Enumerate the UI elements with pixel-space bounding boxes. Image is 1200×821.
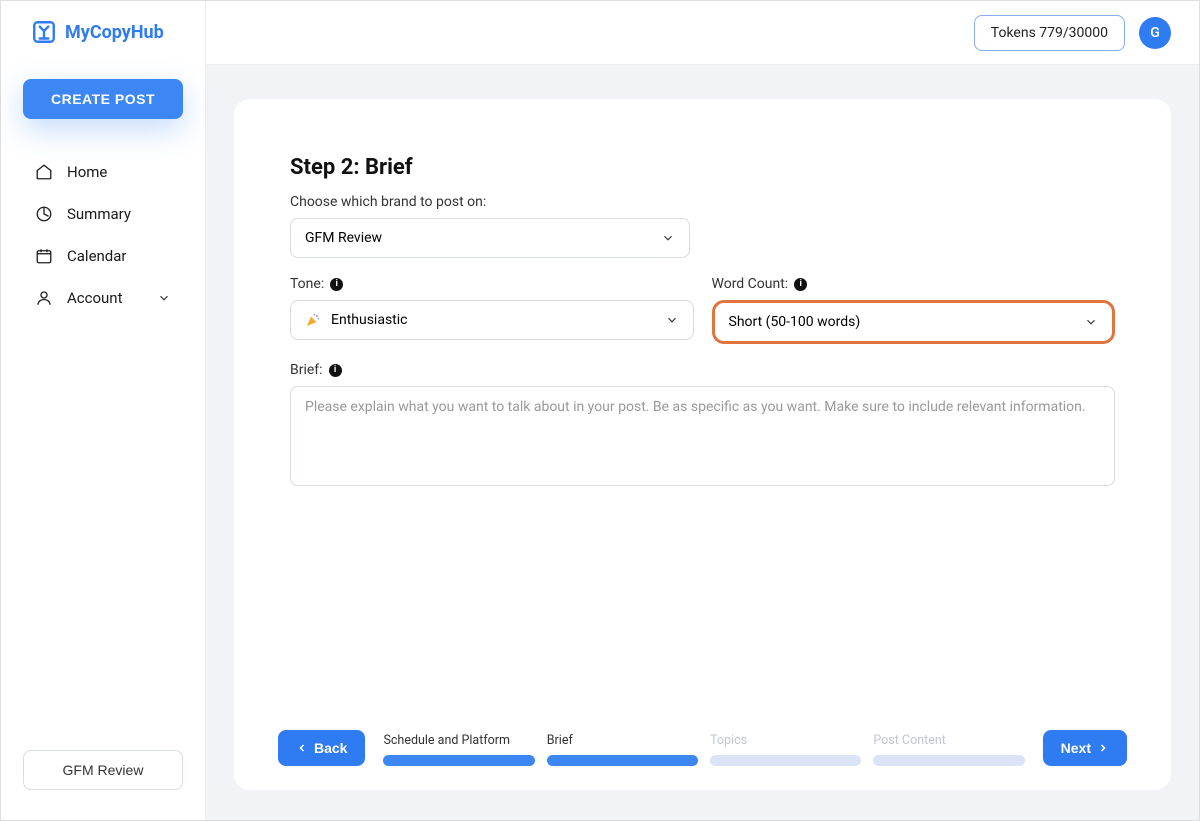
sidebar-brand-selector[interactable]: GFM Review	[23, 750, 183, 790]
brand-select[interactable]: GFM Review	[290, 218, 690, 258]
chevron-down-icon	[661, 231, 675, 245]
logo-text: MyCopyHub	[65, 22, 164, 43]
calendar-icon	[35, 247, 53, 265]
wordcount-label-text: Word Count:	[712, 276, 789, 292]
tone-field-label: Tone: i	[290, 276, 694, 292]
sidebar-nav: Home Summary Calendar Account	[1, 137, 205, 319]
sidebar-footer: GFM Review	[1, 730, 205, 820]
brand-select-value: GFM Review	[305, 230, 382, 246]
tone-select-value: Enthusiastic	[331, 312, 407, 328]
chevron-down-icon	[665, 313, 679, 327]
stepper-bar: Back Schedule and Platform Brief Topics …	[278, 730, 1127, 766]
step-schedule: Schedule and Platform	[383, 733, 534, 766]
step-bar	[547, 755, 698, 766]
sidebar-item-home[interactable]: Home	[1, 151, 205, 193]
step-label: Topics	[710, 733, 861, 748]
chevron-down-icon	[1084, 315, 1098, 329]
step-topics: Topics	[710, 733, 861, 766]
chevron-down-icon	[157, 291, 171, 305]
sidebar-item-calendar[interactable]: Calendar	[1, 235, 205, 277]
brief-field-label: Brief: i	[290, 362, 1115, 378]
page-title: Step 2: Brief	[290, 155, 1115, 180]
sidebar-item-label: Summary	[67, 205, 131, 223]
home-icon	[35, 163, 53, 181]
info-icon[interactable]: i	[329, 364, 342, 377]
tokens-counter[interactable]: Tokens 779/30000	[974, 15, 1125, 51]
step-post-content: Post Content	[873, 733, 1024, 766]
next-button-label: Next	[1061, 740, 1091, 756]
party-popper-icon	[305, 312, 321, 328]
avatar[interactable]: G	[1139, 17, 1171, 49]
brief-label-text: Brief:	[290, 362, 323, 378]
step-bar	[383, 755, 534, 766]
sidebar-item-account[interactable]: Account	[1, 277, 205, 319]
tone-select[interactable]: Enthusiastic	[290, 300, 694, 340]
info-icon[interactable]: i	[794, 278, 807, 291]
step-label: Brief	[547, 733, 698, 748]
step-bar	[873, 755, 1024, 766]
brand-field-label: Choose which brand to post on:	[290, 194, 1115, 210]
topbar: Tokens 779/30000 G	[206, 1, 1199, 65]
brief-textarea[interactable]	[290, 386, 1115, 486]
logo-icon	[31, 19, 57, 45]
step-label: Post Content	[873, 733, 1024, 748]
step-bar	[710, 755, 861, 766]
content-area: Step 2: Brief Choose which brand to post…	[206, 65, 1199, 820]
next-button[interactable]: Next	[1043, 730, 1127, 766]
account-icon	[35, 289, 53, 307]
tone-label-text: Tone:	[290, 276, 324, 292]
step-brief: Brief	[547, 733, 698, 766]
sidebar-item-label: Calendar	[67, 247, 127, 265]
form-card: Step 2: Brief Choose which brand to post…	[234, 99, 1171, 790]
step-label: Schedule and Platform	[383, 733, 534, 748]
back-button[interactable]: Back	[278, 730, 365, 766]
wordcount-field-label: Word Count: i	[712, 276, 1116, 292]
create-post-button[interactable]: CREATE POST	[23, 79, 183, 119]
back-button-label: Back	[314, 740, 347, 756]
logo: MyCopyHub	[1, 1, 205, 53]
sidebar-item-summary[interactable]: Summary	[1, 193, 205, 235]
wordcount-select-value: Short (50-100 words)	[729, 314, 861, 330]
wordcount-select[interactable]: Short (50-100 words)	[712, 300, 1116, 344]
sidebar-item-label: Home	[67, 163, 107, 181]
info-icon[interactable]: i	[330, 278, 343, 291]
sidebar-item-label: Account	[67, 289, 123, 307]
summary-icon	[35, 205, 53, 223]
sidebar: MyCopyHub CREATE POST Home Summary Calen…	[1, 1, 206, 820]
steps-track: Schedule and Platform Brief Topics Post …	[383, 733, 1024, 766]
